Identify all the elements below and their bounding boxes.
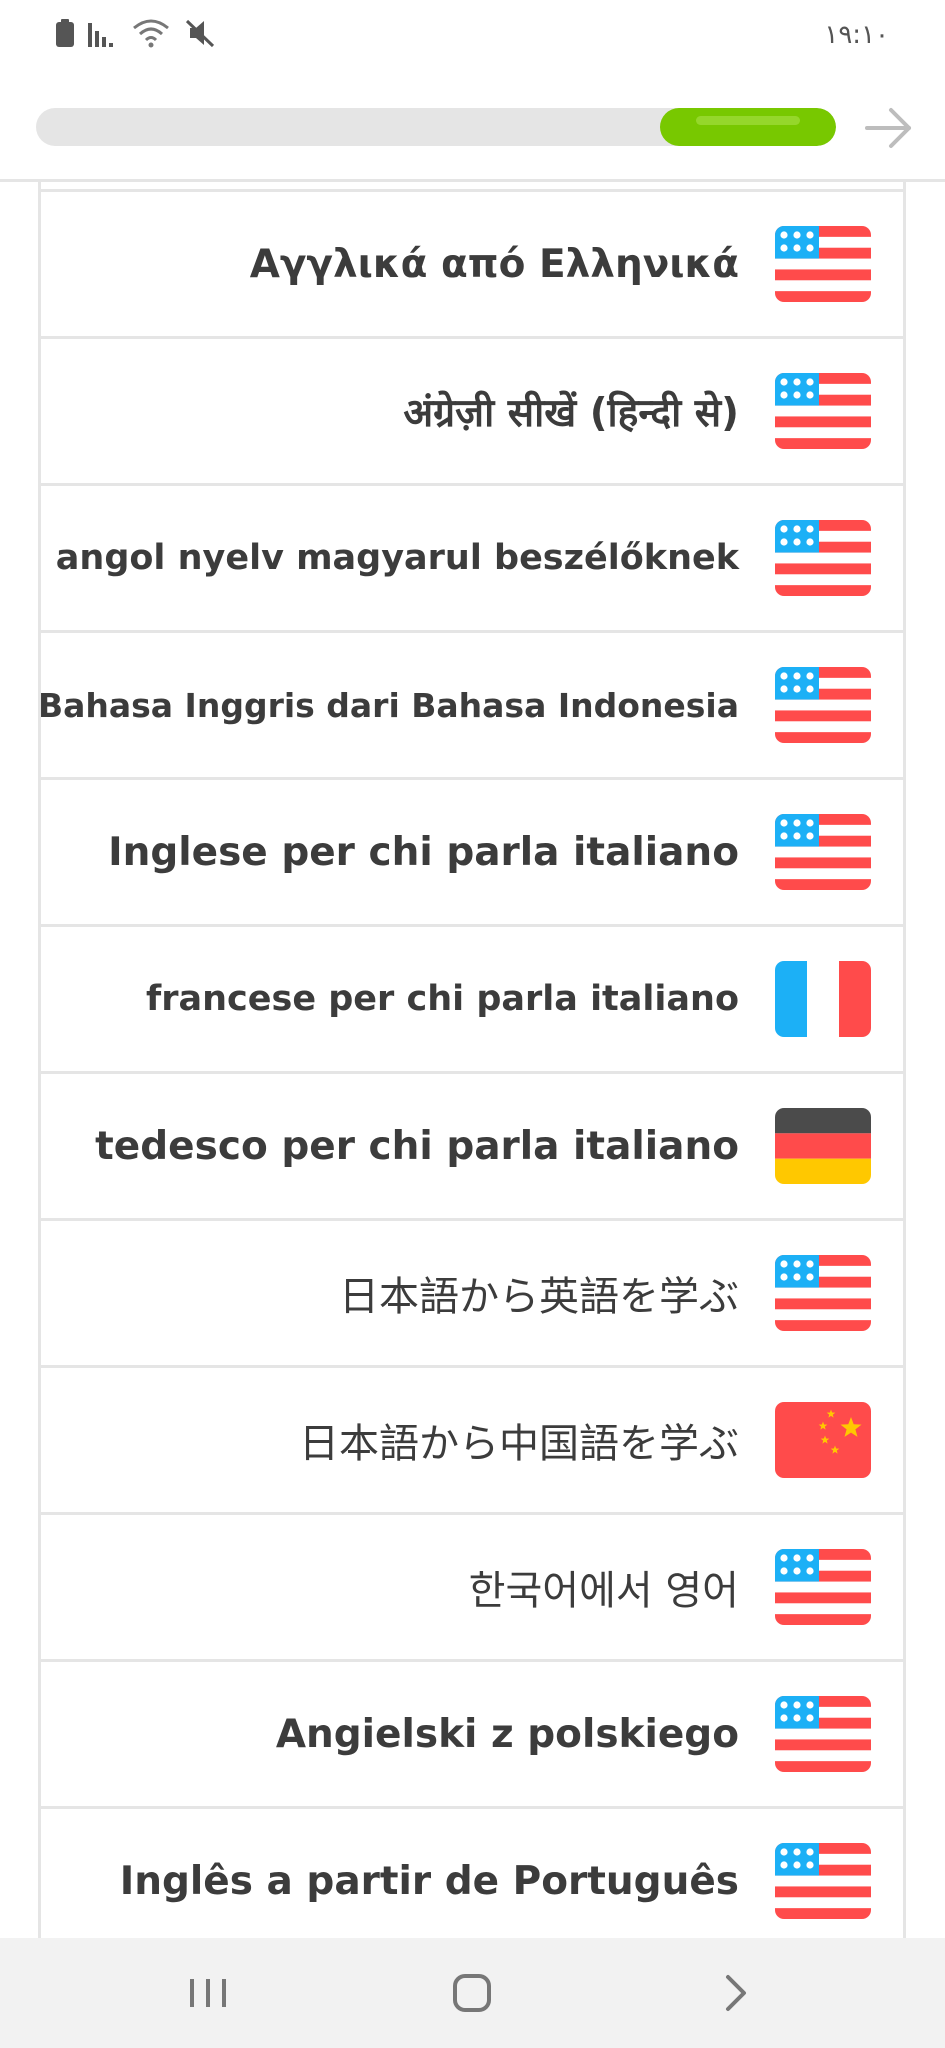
progress-fill bbox=[660, 108, 836, 146]
flag-de-icon bbox=[775, 1108, 871, 1184]
status-bar: ١٩:١٠ bbox=[0, 0, 945, 72]
course-row[interactable]: Angielski z polskiego bbox=[41, 1662, 903, 1809]
course-list: Αγγλικά από Ελληνικά अंग्रेज़ी सीखें (हिन… bbox=[38, 182, 906, 1938]
home-icon[interactable] bbox=[442, 1963, 502, 2023]
flag-fr-icon bbox=[775, 961, 871, 1037]
course-row[interactable]: Inglese per chi parla italiano bbox=[41, 780, 903, 927]
flag-us-icon bbox=[775, 1696, 871, 1772]
course-label: 한국어에서 영어 bbox=[468, 1568, 739, 1614]
course-label: francese per chi parla italiano bbox=[145, 979, 739, 1019]
status-time: ١٩:١٠ bbox=[824, 20, 889, 50]
wifi-icon bbox=[133, 19, 169, 48]
flag-us-icon bbox=[775, 667, 871, 743]
arrow-right-icon[interactable] bbox=[863, 102, 915, 154]
flag-us-icon bbox=[775, 226, 871, 302]
course-label: angol nyelv magyarul beszélőknek bbox=[55, 538, 739, 578]
flag-us-icon bbox=[775, 1255, 871, 1331]
course-row[interactable]: Bahasa Inggris dari Bahasa Indonesia bbox=[41, 633, 903, 780]
course-row[interactable]: Αγγλικά από Ελληνικά bbox=[41, 192, 903, 339]
status-icons bbox=[56, 18, 216, 48]
lesson-header bbox=[0, 72, 945, 182]
course-label: Bahasa Inggris dari Bahasa Indonesia bbox=[38, 685, 739, 725]
flag-cn-icon bbox=[775, 1402, 871, 1478]
flag-us-icon bbox=[775, 1843, 871, 1919]
course-row[interactable]: 日本語から中国語を学ぶ bbox=[41, 1368, 903, 1515]
mute-icon bbox=[185, 19, 215, 48]
flag-us-icon bbox=[775, 520, 871, 596]
course-row[interactable]: francese per chi parla italiano bbox=[41, 927, 903, 1074]
course-label: tedesco per chi parla italiano bbox=[95, 1123, 739, 1169]
signal-icon bbox=[88, 23, 113, 47]
course-label: Inglês a partir de Português bbox=[119, 1858, 739, 1904]
course-label: 日本語から中国語を学ぶ bbox=[299, 1421, 739, 1467]
course-label: 日本語から英語を学ぶ bbox=[339, 1274, 739, 1320]
flag-us-icon bbox=[775, 814, 871, 890]
course-label: Angielski z polskiego bbox=[275, 1711, 739, 1757]
course-row[interactable]: अंग्रेज़ी सीखें (हिन्दी से) bbox=[41, 339, 903, 486]
navigation-bar bbox=[0, 1938, 945, 2048]
back-icon[interactable] bbox=[706, 1963, 766, 2023]
flag-us-icon bbox=[775, 1549, 871, 1625]
course-label: Inglese per chi parla italiano bbox=[108, 829, 739, 875]
battery-icon bbox=[56, 19, 74, 47]
flag-us-icon bbox=[775, 373, 871, 449]
list-divider bbox=[41, 182, 903, 192]
course-label: Αγγλικά από Ελληνικά bbox=[249, 241, 739, 287]
course-row[interactable]: angol nyelv magyarul beszélőknek bbox=[41, 486, 903, 633]
course-row[interactable]: Inglês a partir de Português bbox=[41, 1809, 903, 1938]
course-row[interactable]: 한국어에서 영어 bbox=[41, 1515, 903, 1662]
course-row[interactable]: tedesco per chi parla italiano bbox=[41, 1074, 903, 1221]
course-row[interactable]: 日本語から英語を学ぶ bbox=[41, 1221, 903, 1368]
progress-shine bbox=[696, 116, 800, 125]
recent-apps-icon[interactable] bbox=[178, 1963, 238, 2023]
course-label: अंग्रेज़ी सीखें (हिन्दी से) bbox=[403, 390, 739, 436]
progress-bar bbox=[36, 108, 836, 146]
